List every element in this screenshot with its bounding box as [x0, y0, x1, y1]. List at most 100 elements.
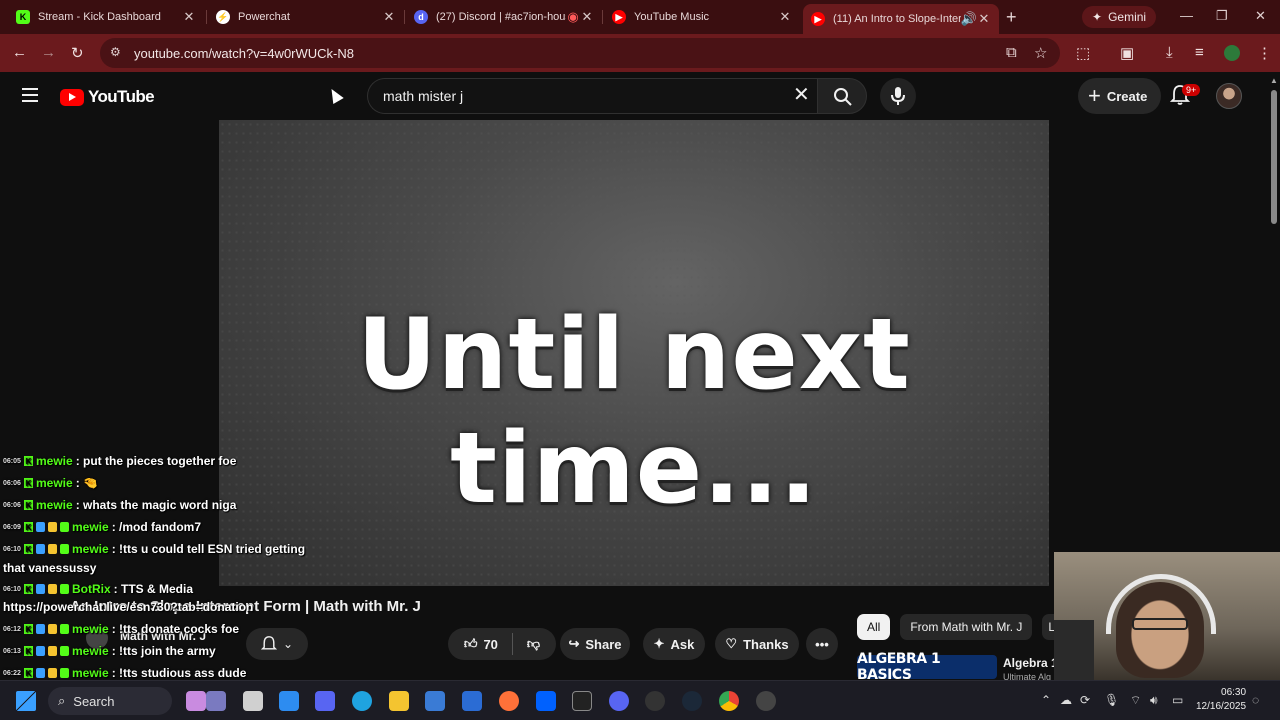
more-actions-button[interactable]: •••: [806, 628, 838, 660]
edge-icon[interactable]: [352, 691, 372, 711]
chip-all[interactable]: All: [857, 614, 891, 640]
share-button[interactable]: ↪ Share: [560, 628, 630, 660]
clear-search-icon[interactable]: ✕: [793, 85, 810, 105]
chrome-icon[interactable]: [719, 691, 739, 711]
tab-powerchat[interactable]: ⚡ Powerchat ✕: [208, 4, 404, 30]
recommendation-title[interactable]: Algebra 1: [1003, 656, 1058, 670]
volume-icon[interactable]: 🔊︎: [1150, 693, 1158, 708]
microsoft-store-icon[interactable]: [425, 691, 445, 711]
chat-username[interactable]: mewie: [72, 520, 109, 534]
mail-icon[interactable]: [462, 691, 482, 711]
close-tab-icon[interactable]: ✕: [977, 11, 991, 27]
store-icon[interactable]: [279, 691, 299, 711]
close-window-icon[interactable]: ✕: [1255, 8, 1266, 24]
kick-badge-icon: K: [24, 500, 33, 510]
tab-kick-dashboard[interactable]: K Stream - Kick Dashboard ✕: [8, 4, 204, 30]
chat-message: 06:13 Kmewie: !tts join the army: [3, 644, 216, 658]
cloud-icon[interactable]: ☁: [1060, 693, 1072, 707]
wifi-icon[interactable]: ⌔: [1130, 693, 1141, 708]
chat-username[interactable]: mewie: [36, 454, 73, 468]
tray-overflow-icon[interactable]: ⌃: [1041, 693, 1051, 707]
dropbox-icon[interactable]: [536, 691, 556, 711]
search-box[interactable]: [367, 78, 817, 114]
chip-from-channel[interactable]: From Math with Mr. J: [900, 614, 1033, 640]
chat-username[interactable]: mewie: [36, 476, 73, 490]
forward-icon[interactable]: →: [41, 44, 56, 61]
chat-message: 06:06 Kmewie: whats the magic word niga: [3, 498, 236, 512]
kick-badge-icon: K: [24, 478, 33, 488]
close-tab-icon[interactable]: ✕: [778, 9, 792, 25]
kick-badge-icon: K: [24, 456, 33, 466]
voice-search-button[interactable]: [880, 78, 916, 114]
menu-kebab-icon[interactable]: ⋮: [1257, 44, 1272, 62]
close-tab-icon[interactable]: ✕: [382, 9, 396, 25]
maximize-icon[interactable]: ❐: [1216, 8, 1228, 24]
chat-username[interactable]: mewie: [72, 644, 109, 658]
app-icon[interactable]: [206, 691, 226, 711]
chat-username[interactable]: mewie: [36, 498, 73, 512]
thanks-button[interactable]: ♡ Thanks: [715, 628, 799, 660]
youtube-logo[interactable]: YouTube: [60, 87, 155, 107]
steam-icon[interactable]: [682, 691, 702, 711]
speaker-icon[interactable]: 🔊: [961, 11, 977, 27]
system-clock[interactable]: 06:30 12/16/2025: [1196, 686, 1246, 714]
recommendation-thumbnail[interactable]: ALGEBRA 1 BASICS: [857, 651, 997, 683]
tab-discord[interactable]: d (27) Discord | #ac7ion-hous ◉ ✕: [406, 4, 602, 30]
task-view-icon[interactable]: [243, 691, 263, 711]
address-bar[interactable]: ⚙ youtube.com/watch?v=4w0rWUCk-N8: [100, 38, 1060, 68]
like-button[interactable]: 👍︎ 70: [464, 636, 498, 652]
sidepanel-icon[interactable]: ▣: [1120, 44, 1134, 62]
bookmark-star-icon[interactable]: ☆: [1034, 44, 1047, 62]
close-tab-icon[interactable]: ✕: [580, 9, 594, 25]
install-app-icon[interactable]: ⧉: [1006, 44, 1017, 61]
related-filter-chips: All From Math with Mr. J Le: [857, 614, 1069, 640]
obs-icon[interactable]: [645, 691, 665, 711]
scrollbar-thumb[interactable]: [1271, 90, 1277, 224]
tab-youtube-music[interactable]: ▶ YouTube Music ✕: [604, 4, 800, 30]
search-input[interactable]: [383, 88, 773, 104]
back-icon[interactable]: ←: [12, 44, 27, 61]
microphone-icon[interactable]: 🎙︎: [1104, 693, 1119, 707]
minimize-icon[interactable]: —: [1180, 8, 1193, 23]
profile-icon[interactable]: [1224, 45, 1240, 61]
tab-youtube-video[interactable]: ▶ (11) An Intro to Slope-Inter 🔊 ✕: [803, 4, 999, 34]
notifications-badge: 9+: [1182, 84, 1201, 96]
account-avatar[interactable]: [1216, 83, 1242, 109]
youtube-icon: ▶: [811, 12, 825, 26]
firefox-icon[interactable]: [499, 691, 519, 711]
create-button[interactable]: + Create: [1078, 78, 1162, 114]
new-tab-button[interactable]: +: [1006, 7, 1017, 28]
media-controls-icon[interactable]: ≡: [1195, 44, 1204, 61]
chat-username[interactable]: mewie: [72, 542, 109, 556]
dislike-button[interactable]: 👎︎: [527, 636, 540, 652]
download-icon[interactable]: ⤓: [1166, 44, 1173, 61]
ask-button[interactable]: ✦ Ask: [643, 628, 705, 660]
discord-icon[interactable]: [609, 691, 629, 711]
reload-icon[interactable]: ↻: [71, 44, 84, 62]
close-tab-icon[interactable]: ✕: [182, 9, 196, 25]
windows-start-icon[interactable]: [16, 691, 36, 711]
taskbar-search[interactable]: ⌕ Search: [48, 687, 172, 715]
sync-icon[interactable]: ⟳: [1080, 693, 1090, 707]
kick-badge-icon: K: [24, 624, 33, 634]
extensions-icon[interactable]: ⬚: [1076, 44, 1090, 62]
site-info-icon[interactable]: ⚙: [110, 45, 126, 61]
app-icon[interactable]: [756, 691, 776, 711]
subscription-bell-button[interactable]: ⌄: [246, 628, 308, 660]
video-player[interactable]: Until next time...: [219, 120, 1049, 586]
plus-icon: +: [1088, 83, 1101, 108]
search-button[interactable]: [817, 78, 867, 114]
chat-username[interactable]: BotRix: [72, 582, 111, 596]
notification-center-icon[interactable]: ◌: [1252, 693, 1259, 707]
gemini-button[interactable]: ✦ Gemini: [1082, 6, 1157, 28]
scroll-up-icon[interactable]: ▲: [1270, 76, 1278, 85]
teams-icon[interactable]: [315, 691, 335, 711]
hamburger-menu-icon[interactable]: [22, 88, 38, 106]
file-explorer-icon[interactable]: [389, 691, 409, 711]
notion-icon[interactable]: [572, 691, 592, 711]
battery-icon[interactable]: ▭: [1172, 693, 1183, 707]
widgets-icon[interactable]: [186, 691, 206, 711]
kick-badge-icon: K: [24, 584, 33, 594]
chat-username[interactable]: mewie: [72, 666, 109, 680]
chat-username[interactable]: mewie: [72, 622, 109, 636]
